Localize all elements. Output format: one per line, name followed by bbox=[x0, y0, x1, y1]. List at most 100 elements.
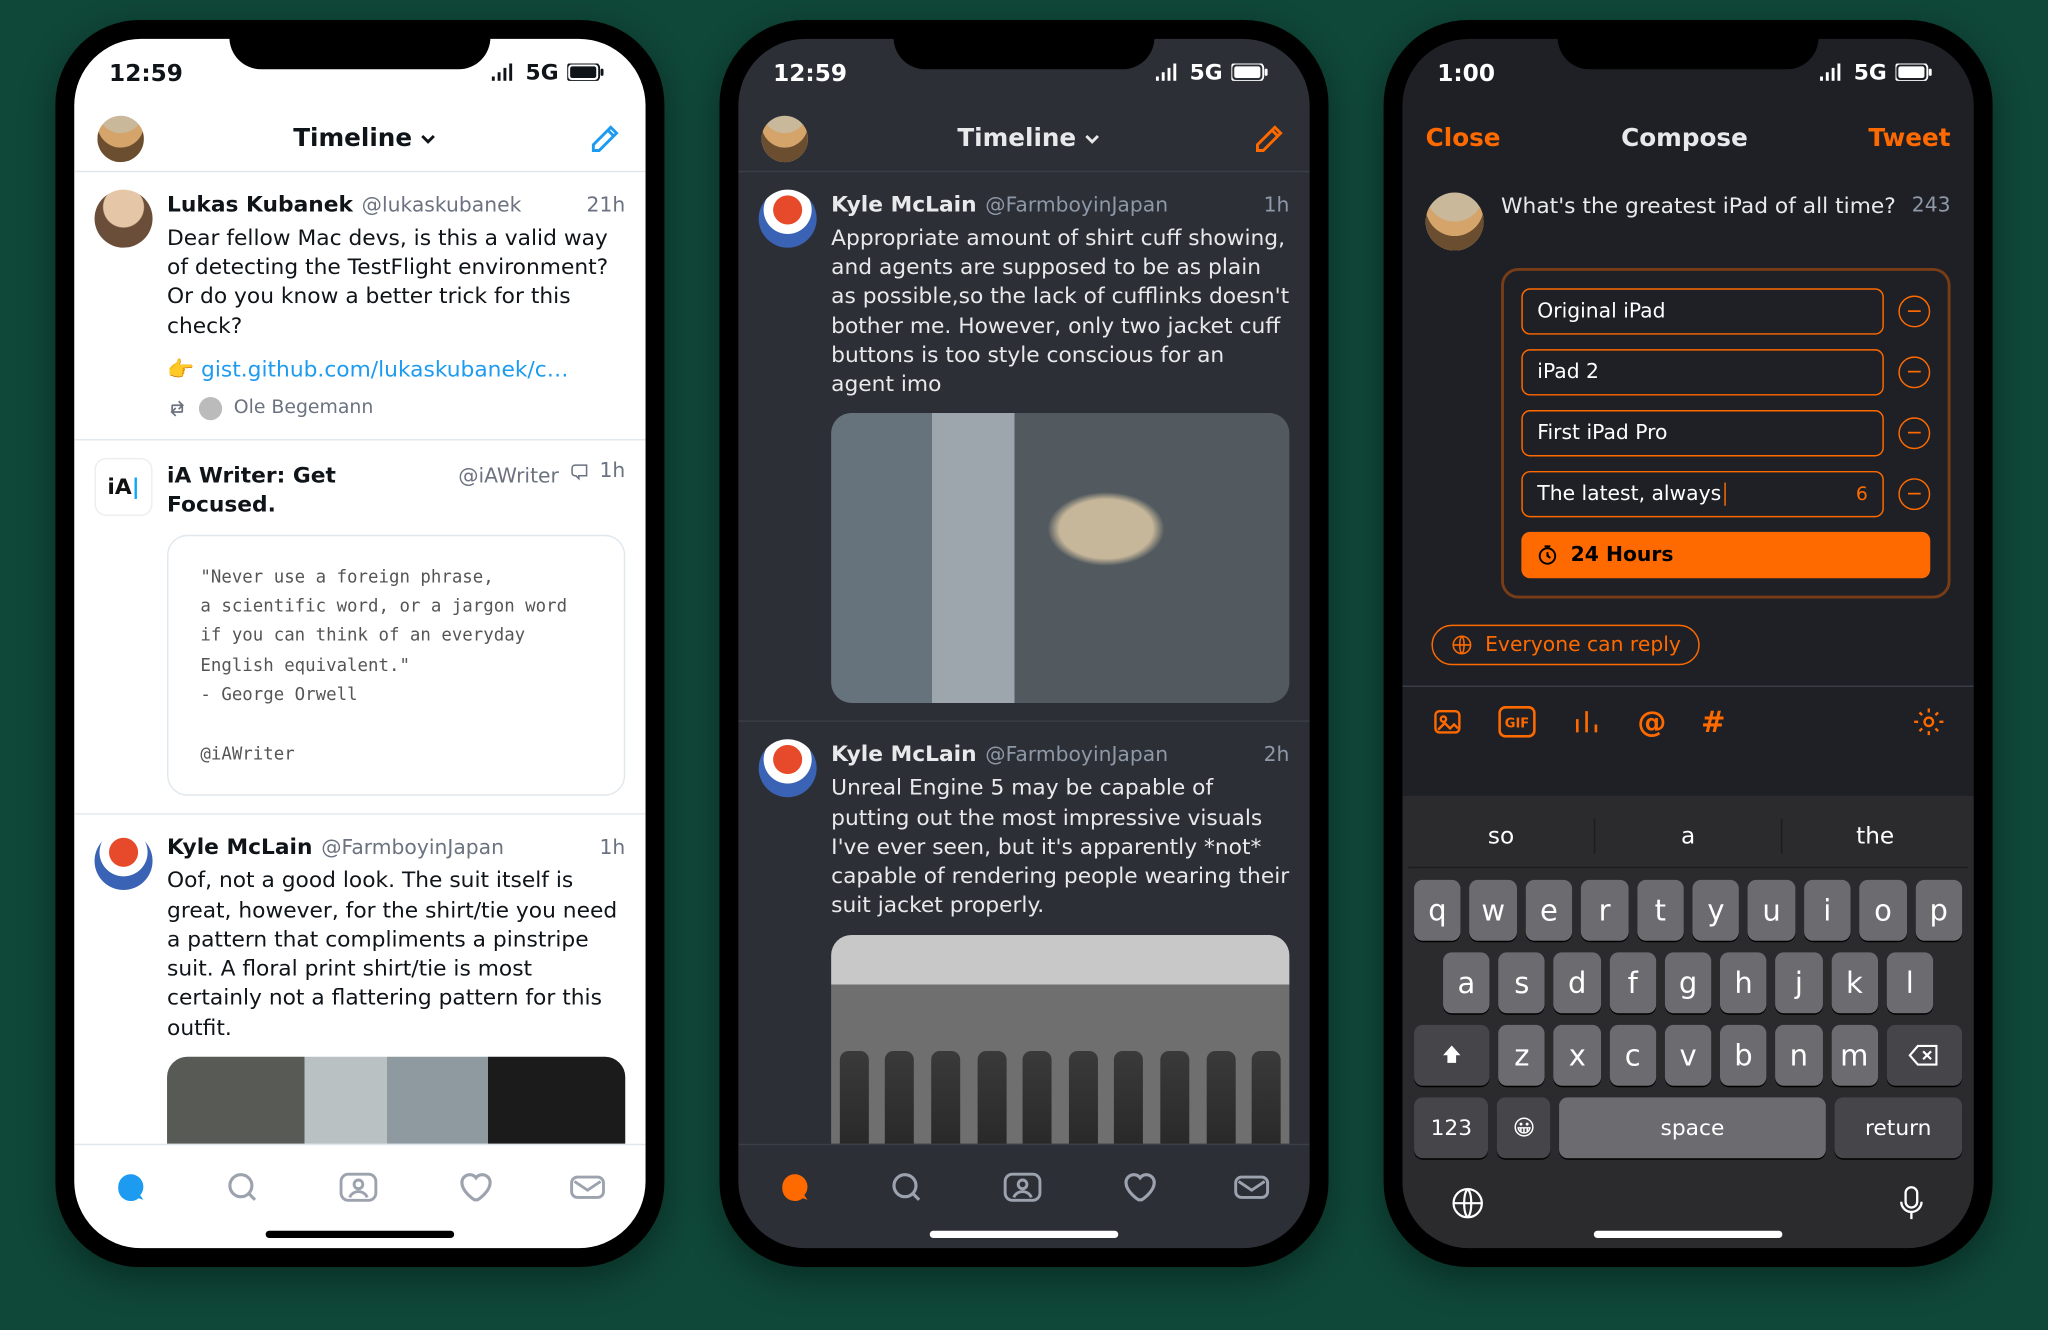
settings-button[interactable] bbox=[1913, 706, 1945, 738]
avatar[interactable] bbox=[95, 833, 153, 1144]
globe-key[interactable] bbox=[1449, 1184, 1487, 1222]
key-m[interactable]: m bbox=[1831, 1025, 1878, 1086]
tab-messages[interactable] bbox=[567, 1168, 608, 1206]
home-indicator[interactable] bbox=[266, 1231, 455, 1238]
key-y[interactable]: y bbox=[1692, 880, 1739, 941]
key-t[interactable]: t bbox=[1637, 880, 1684, 941]
reply-scope-button[interactable]: Everyone can reply bbox=[1431, 625, 1699, 666]
poll-option-input[interactable]: First iPad Pro bbox=[1521, 410, 1884, 456]
mode-key[interactable]: 123 bbox=[1414, 1097, 1489, 1158]
compose-button[interactable] bbox=[588, 121, 623, 156]
key-g[interactable]: g bbox=[1665, 952, 1712, 1013]
tweet-media[interactable] bbox=[167, 1056, 625, 1143]
backspace-key[interactable] bbox=[1886, 1025, 1962, 1086]
suggestion[interactable]: the bbox=[1782, 822, 1968, 850]
poll-button[interactable] bbox=[1571, 706, 1603, 738]
key-q[interactable]: q bbox=[1414, 880, 1461, 941]
shift-key[interactable] bbox=[1414, 1025, 1490, 1086]
hashtag-button[interactable]: # bbox=[1701, 704, 1725, 739]
poll-remove-button[interactable]: − bbox=[1898, 296, 1930, 328]
tweet[interactable]: Lukas Kubanek @lukaskubanek 21h Dear fel… bbox=[74, 172, 645, 440]
key-o[interactable]: o bbox=[1860, 880, 1907, 941]
key-v[interactable]: v bbox=[1665, 1025, 1712, 1086]
key-l[interactable]: l bbox=[1886, 952, 1933, 1013]
poll-option-input[interactable]: iPad 2 bbox=[1521, 349, 1884, 395]
media-button[interactable] bbox=[1431, 706, 1463, 738]
account-avatar[interactable] bbox=[97, 115, 143, 161]
key-h[interactable]: h bbox=[1720, 952, 1767, 1013]
tab-likes[interactable] bbox=[1119, 1168, 1157, 1206]
return-key[interactable]: return bbox=[1834, 1097, 1962, 1158]
key-f[interactable]: f bbox=[1609, 952, 1656, 1013]
poll-option-input[interactable]: Original iPad bbox=[1521, 288, 1884, 334]
key-c[interactable]: c bbox=[1609, 1025, 1656, 1086]
status-time: 12:59 bbox=[773, 58, 847, 86]
avatar[interactable] bbox=[95, 190, 153, 422]
key-w[interactable]: w bbox=[1470, 880, 1517, 941]
tweet-media[interactable] bbox=[831, 414, 1289, 704]
suggestion[interactable]: a bbox=[1595, 822, 1781, 850]
clock-icon bbox=[1536, 543, 1559, 566]
poll-remove-button[interactable]: − bbox=[1898, 356, 1930, 388]
avatar[interactable]: iA| bbox=[95, 457, 153, 796]
gif-icon: GIF bbox=[1498, 706, 1536, 738]
nav-title[interactable]: Timeline bbox=[957, 124, 1102, 153]
globe-icon bbox=[1449, 1184, 1487, 1222]
key-z[interactable]: z bbox=[1499, 1025, 1546, 1086]
key-u[interactable]: u bbox=[1748, 880, 1795, 941]
key-b[interactable]: b bbox=[1720, 1025, 1767, 1086]
tweet-media[interactable] bbox=[831, 934, 1289, 1143]
tweet-link[interactable]: gist.github.com/lukaskubanek/c… bbox=[201, 356, 568, 382]
space-key[interactable]: space bbox=[1559, 1097, 1825, 1158]
key-k[interactable]: k bbox=[1831, 952, 1878, 1013]
mention-button[interactable]: @ bbox=[1637, 704, 1666, 739]
tweet-handle: @FarmboyinJapan bbox=[985, 193, 1168, 220]
tweet[interactable]: iA| iA Writer: Get Focused. @iAWriter 1h… bbox=[74, 440, 645, 815]
home-indicator[interactable] bbox=[1594, 1231, 1783, 1238]
account-avatar[interactable] bbox=[762, 115, 808, 161]
compose-button[interactable] bbox=[1252, 121, 1287, 156]
key-n[interactable]: n bbox=[1776, 1025, 1823, 1086]
avatar[interactable] bbox=[759, 740, 817, 1144]
compose-toolbar: GIF @ # bbox=[1402, 686, 1973, 757]
tab-search[interactable] bbox=[224, 1168, 262, 1206]
account-avatar[interactable] bbox=[1426, 193, 1484, 251]
compose-text[interactable]: What's the greatest iPad of all time? bbox=[1501, 193, 1896, 219]
keyboard[interactable]: so a the qwertyuiop asdfghjkl zxcvbnm 12… bbox=[1402, 796, 1973, 1248]
key-p[interactable]: p bbox=[1915, 880, 1962, 941]
key-d[interactable]: d bbox=[1554, 952, 1601, 1013]
tweet[interactable]: Kyle McLain @FarmboyinJapan 1h Appropria… bbox=[738, 172, 1309, 722]
key-j[interactable]: j bbox=[1776, 952, 1823, 1013]
tab-profile[interactable] bbox=[337, 1168, 381, 1206]
tab-search[interactable] bbox=[888, 1168, 926, 1206]
close-button[interactable]: Close bbox=[1426, 124, 1501, 153]
key-i[interactable]: i bbox=[1804, 880, 1851, 941]
key-x[interactable]: x bbox=[1554, 1025, 1601, 1086]
tweet-button[interactable]: Tweet bbox=[1868, 124, 1950, 153]
timeline[interactable]: Lukas Kubanek @lukaskubanek 21h Dear fel… bbox=[74, 172, 645, 1144]
key-s[interactable]: s bbox=[1498, 952, 1545, 1013]
key-r[interactable]: r bbox=[1581, 880, 1628, 941]
suggestion[interactable]: so bbox=[1408, 822, 1594, 850]
tweet-time: 1h bbox=[1264, 193, 1290, 220]
tab-home[interactable] bbox=[776, 1168, 814, 1206]
tab-home[interactable] bbox=[112, 1168, 150, 1206]
nav-title[interactable]: Timeline bbox=[293, 124, 438, 153]
key-a[interactable]: a bbox=[1443, 952, 1490, 1013]
tab-profile[interactable] bbox=[1001, 1168, 1045, 1206]
gif-button[interactable]: GIF bbox=[1498, 706, 1536, 738]
dictation-key[interactable] bbox=[1895, 1184, 1927, 1222]
tweet[interactable]: Kyle McLain @FarmboyinJapan 2h Unreal En… bbox=[738, 722, 1309, 1143]
tab-likes[interactable] bbox=[455, 1168, 493, 1206]
avatar[interactable] bbox=[759, 190, 817, 704]
emoji-key[interactable]: 😀 bbox=[1497, 1097, 1550, 1158]
poll-remove-button[interactable]: − bbox=[1898, 478, 1930, 510]
key-e[interactable]: e bbox=[1525, 880, 1572, 941]
poll-remove-button[interactable]: − bbox=[1898, 417, 1930, 449]
poll-duration-button[interactable]: 24 Hours bbox=[1521, 532, 1930, 578]
poll-option-input[interactable]: The latest, always 6 bbox=[1521, 471, 1884, 517]
tweet[interactable]: Kyle McLain @FarmboyinJapan 1h Oof, not … bbox=[74, 815, 645, 1144]
timeline[interactable]: Kyle McLain @FarmboyinJapan 1h Appropria… bbox=[738, 172, 1309, 1144]
tab-messages[interactable] bbox=[1232, 1168, 1273, 1206]
home-indicator[interactable] bbox=[930, 1231, 1119, 1238]
